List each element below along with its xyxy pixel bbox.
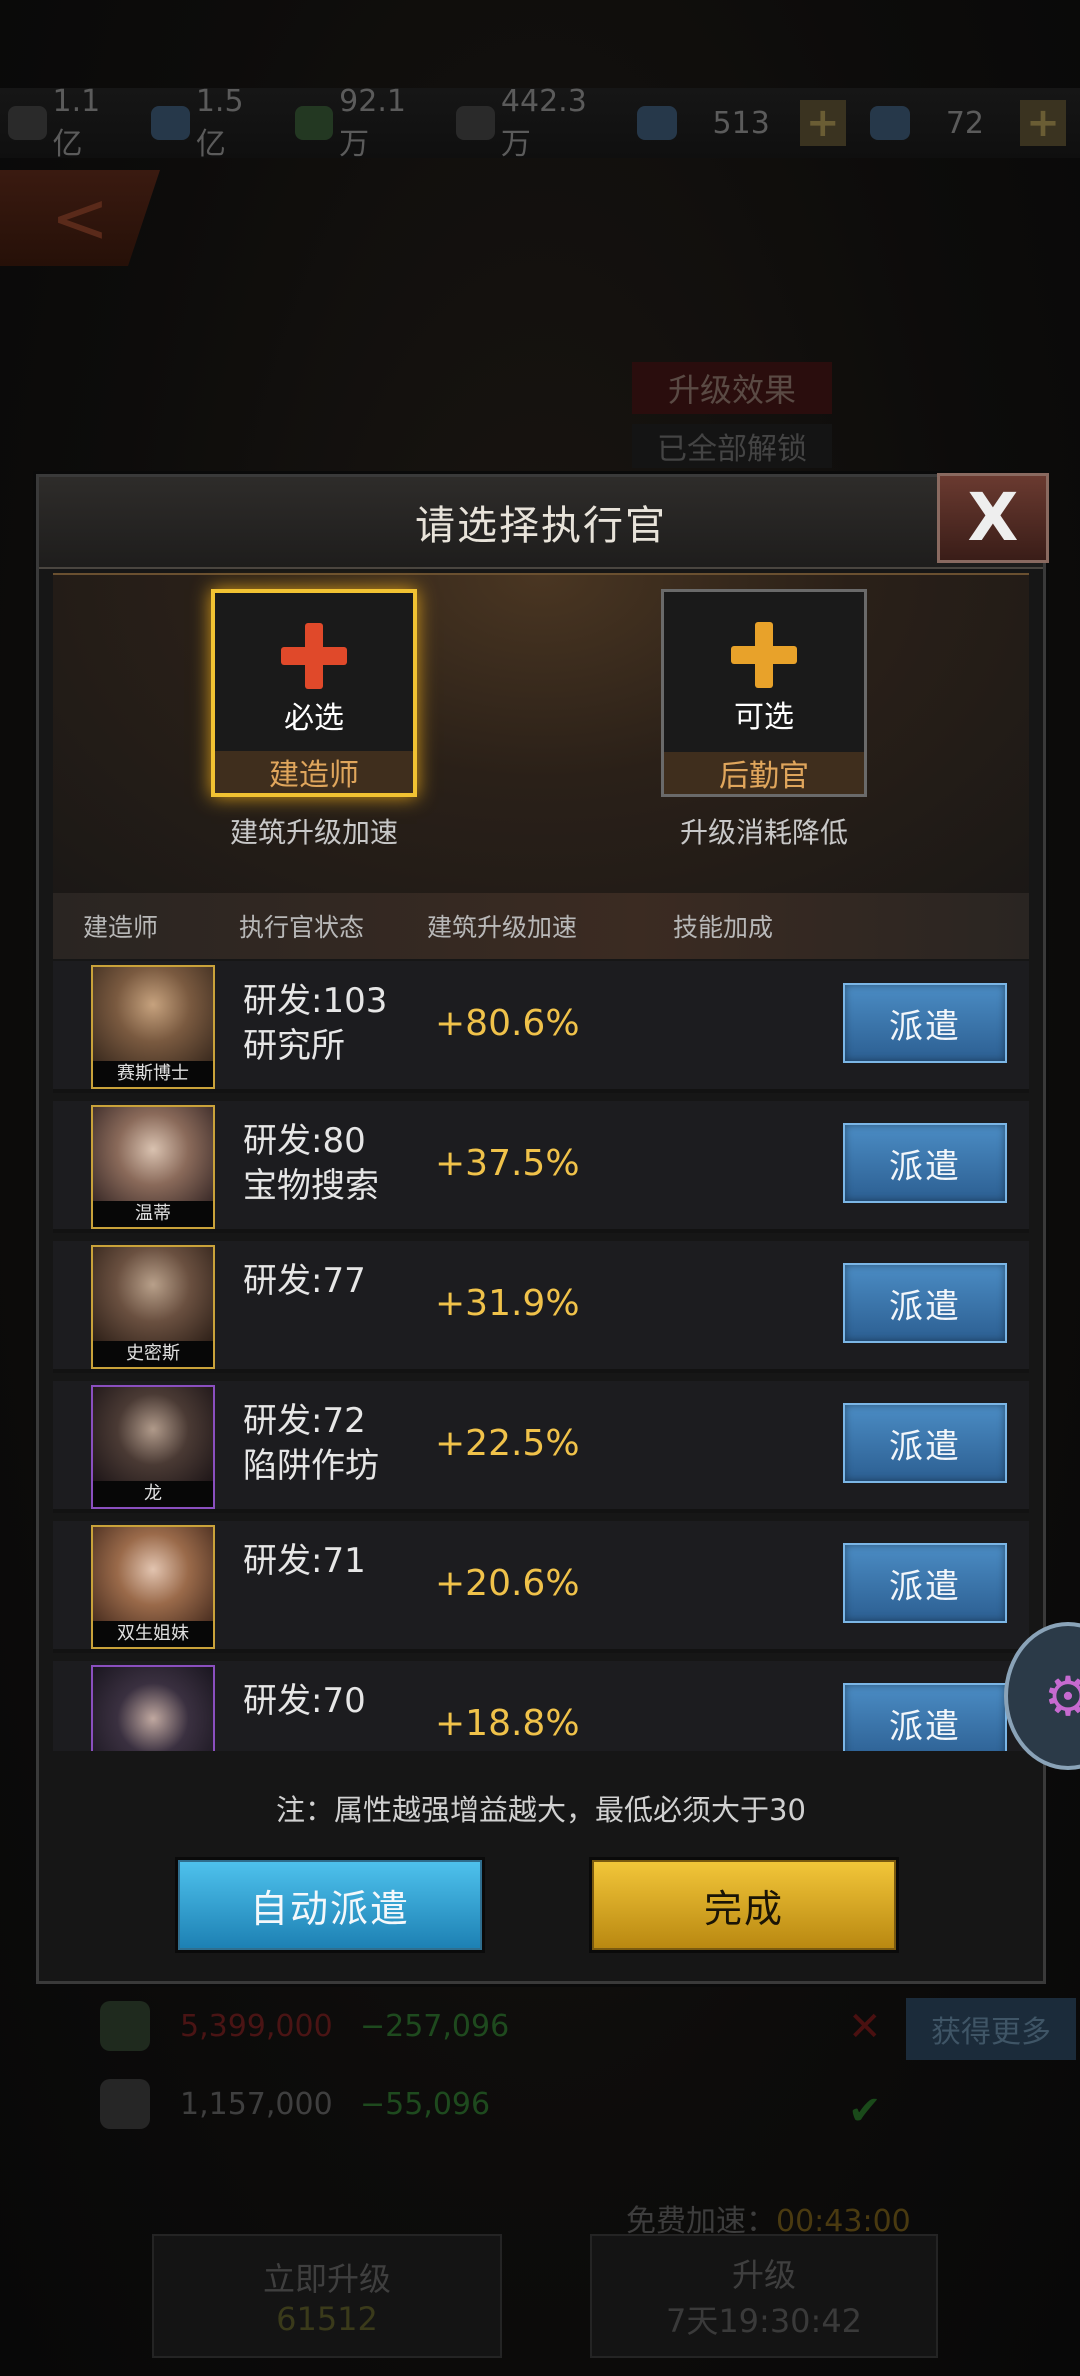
resource-fuel: 92.1万 — [294, 84, 433, 163]
avatar[interactable]: 双生姐妹 — [91, 1525, 215, 1649]
resource-diamond: 513 + — [636, 100, 846, 146]
portrait-image — [93, 1247, 213, 1341]
list-item: 史密斯 研发:77 +31.9% 派遣 — [53, 1241, 1029, 1373]
insufficient-x-icon: ✕ — [848, 2004, 882, 2050]
portrait-image — [93, 1527, 213, 1621]
slot-role-label: 建造师 — [215, 751, 413, 793]
done-button[interactable]: 完成 — [589, 1857, 899, 1953]
speedup-value: +22.5% — [435, 1423, 580, 1464]
list-item: 龙 研发:72 陷阱作坊 +22.5% 派遣 — [53, 1381, 1029, 1513]
requirement-note: 注：属性越强增益越大，最低必须大于30 — [276, 1793, 806, 1827]
executive-status: 研发:70 — [243, 1681, 366, 1721]
col-speedup: 建筑升级加速 — [427, 913, 578, 942]
executive-slots-panel: 必选 建造师 建筑升级加速 可选 后勤官 升级消耗降低 — [53, 573, 1029, 895]
col-skill-bonus: 技能加成 — [673, 913, 774, 942]
speedup-value: +18.8% — [435, 1703, 580, 1744]
upgrade-button[interactable]: 升级 7天19:30:42 — [590, 2234, 938, 2358]
dispatch-button[interactable]: 派遣 — [843, 1543, 1007, 1623]
list-item: 研发:70 +18.8% 派遣 — [53, 1661, 1029, 1751]
logistics-slot[interactable]: 可选 后勤官 — [661, 589, 867, 797]
fuel-can-icon — [294, 106, 334, 140]
add-card-button[interactable]: + — [1020, 100, 1066, 146]
silver-coin-icon — [8, 106, 47, 140]
builder-slot[interactable]: 必选 建造师 — [211, 589, 417, 797]
avatar[interactable]: 温蒂 — [91, 1105, 215, 1229]
close-icon: X — [967, 479, 1019, 556]
diamond-icon — [636, 106, 677, 140]
back-arrow-icon: < — [50, 177, 110, 259]
portrait-image — [93, 1667, 213, 1751]
resource-silver: 1.1亿 — [8, 84, 127, 163]
close-button[interactable]: X — [937, 473, 1049, 563]
portrait-image — [93, 1107, 213, 1201]
list-item: 双生姐妹 研发:71 +20.6% 派遣 — [53, 1521, 1029, 1653]
dialog-title: 请选择执行官 — [415, 503, 667, 549]
dialog-header: 请选择执行官 — [39, 477, 1043, 569]
cost-row-ore: 1,157,000 −55,096 — [100, 2074, 1050, 2134]
col-builder: 建造师 — [83, 913, 159, 942]
executive-list[interactable]: 赛斯博士 研发:103 研究所 +80.6% 派遣 温蒂 研发:80 宝物搜索 … — [53, 961, 1029, 1751]
avatar[interactable]: 龙 — [91, 1385, 215, 1509]
list-header: 建造师 执行官状态 建筑升级加速 技能加成 — [53, 893, 1029, 959]
speedup-value: +37.5% — [435, 1143, 580, 1184]
upgrade-now-button[interactable]: 立即升级 61512 — [152, 2234, 502, 2358]
avatar[interactable]: 赛斯博士 — [91, 965, 215, 1089]
upgrade-effect-status: 已全部解锁 — [632, 424, 832, 468]
resource-card: 72 + — [869, 100, 1066, 146]
resource-ore: 442.3万 — [456, 84, 612, 163]
executive-status: 研发:72 陷阱作坊 — [243, 1401, 379, 1486]
dispatch-button[interactable]: 派遣 — [843, 1683, 1007, 1751]
get-more-button[interactable]: 获得更多 — [906, 1998, 1076, 2060]
portrait-image — [93, 1387, 213, 1481]
executive-status: 研发:77 — [243, 1261, 366, 1301]
add-icon — [281, 623, 347, 689]
builder-slot-desc: 建筑升级加速 — [229, 816, 398, 849]
auto-dispatch-button[interactable]: 自动派遣 — [175, 1857, 485, 1953]
logistics-slot-desc: 升级消耗降低 — [679, 816, 848, 849]
list-item: 温蒂 研发:80 宝物搜索 +37.5% 派遣 — [53, 1101, 1029, 1233]
select-executive-dialog: 请选择执行官 X 必选 建造师 建筑升级加速 可选 后勤官 升级消耗降低 建造师… — [36, 473, 1049, 1984]
portrait-image — [93, 967, 213, 1061]
resource-bar: 1.1亿 1.5亿 92.1万 442.3万 513 + 72 + — [0, 84, 1080, 162]
col-status: 执行官状态 — [239, 913, 365, 942]
list-item: 赛斯博士 研发:103 研究所 +80.6% 派遣 — [53, 961, 1029, 1093]
dispatch-button[interactable]: 派遣 — [843, 1123, 1007, 1203]
avatar[interactable]: 史密斯 — [91, 1245, 215, 1369]
executive-status: 研发:71 — [243, 1541, 366, 1581]
resource-crystal: 1.5亿 — [151, 84, 270, 163]
slot-role-label: 后勤官 — [664, 752, 864, 794]
sufficient-check-icon: ✔ — [848, 2088, 882, 2134]
add-icon — [731, 622, 797, 688]
ore-icon — [100, 2079, 150, 2129]
ore-icon — [456, 106, 495, 140]
card-icon — [869, 106, 910, 140]
slot-optional-tag: 可选 — [734, 700, 794, 735]
crystal-icon — [151, 106, 190, 140]
dispatch-button[interactable]: 派遣 — [843, 1263, 1007, 1343]
dispatch-button[interactable]: 派遣 — [843, 983, 1007, 1063]
upgrade-effect-title: 升级效果 — [632, 362, 832, 414]
executive-status: 研发:80 宝物搜索 — [243, 1121, 379, 1206]
add-diamond-button[interactable]: + — [799, 100, 846, 146]
fuel-can-icon — [100, 2001, 150, 2051]
speedup-value: +80.6% — [435, 1003, 580, 1044]
slot-required-tag: 必选 — [284, 701, 344, 736]
avatar[interactable] — [91, 1665, 215, 1751]
executive-status: 研发:103 研究所 — [243, 981, 388, 1066]
speedup-value: +20.6% — [435, 1563, 580, 1604]
dispatch-button[interactable]: 派遣 — [843, 1403, 1007, 1483]
speedup-value: +31.9% — [435, 1283, 580, 1324]
